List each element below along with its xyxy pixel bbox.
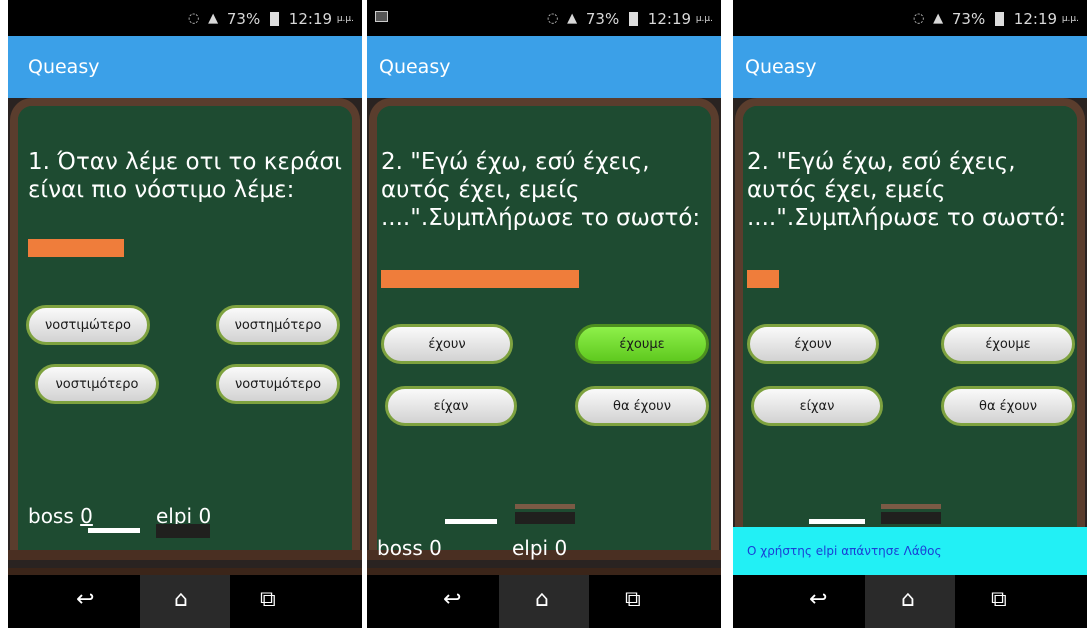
player-name-boss: boss — [377, 536, 423, 560]
player-name-elpi: elpi — [512, 536, 549, 560]
clock-ampm: μ.μ. — [1061, 13, 1079, 24]
navigation-bar: ↩ ⌂ ⧉ — [367, 575, 721, 628]
home-icon[interactable]: ⌂ — [535, 587, 549, 612]
navigation-bar: ↩ ⌂ ⧉ — [733, 575, 1087, 628]
answer-blank — [747, 270, 779, 288]
score-boss: boss 0 — [377, 536, 442, 560]
progress-bar-elpi — [881, 512, 941, 524]
app-title: Queasy — [28, 56, 100, 78]
app-title: Queasy — [379, 56, 451, 78]
clock: 12:19 — [647, 9, 692, 28]
chalkboard: 2. "Εγώ έχω, εσύ έχεις, αυτός έχει, εμεί… — [735, 98, 1085, 558]
wifi-signal-icon: ▲ — [567, 11, 578, 26]
back-icon[interactable]: ↩ — [809, 587, 827, 612]
score-elpi: elpi 0 — [512, 536, 567, 560]
alarm-icon: ◌ — [546, 11, 559, 26]
progress-bar-boss — [445, 519, 497, 524]
wifi-signal-icon: ▲ — [208, 11, 219, 26]
answer-button-4[interactable]: νοστυμότερο — [216, 364, 340, 404]
chalk-ledge — [8, 550, 362, 560]
answer-button-3[interactable]: νοστιμότερο — [35, 364, 159, 404]
screen-2: ◌ ▲ 73% 12:19 μ.μ. Queasy 2. "Εγώ έχω, ε… — [367, 0, 721, 628]
question-text: 2. "Εγώ έχω, εσύ έχεις, αυτός έχει, εμεί… — [381, 149, 701, 231]
question-text: 1. Όταν λέμε οτι το κεράσι είναι πιο νόσ… — [28, 149, 342, 203]
progress-bar-elpi — [515, 512, 575, 524]
clock-ampm: μ.μ. — [695, 13, 713, 24]
player-name-boss: boss — [28, 504, 74, 528]
answer-button-3[interactable]: είχαν — [751, 386, 883, 426]
progress-bar-elpi-marker — [515, 504, 575, 509]
navigation-bar: ↩ ⌂ ⧉ — [8, 575, 362, 628]
toast-message: Ο χρήστης elpi απάντησε Λάθος — [747, 544, 942, 558]
clock: 12:19 — [288, 9, 333, 28]
recents-icon[interactable]: ⧉ — [991, 587, 1007, 612]
status-bar: ◌ ▲ 73% 12:19 μ.μ. — [8, 0, 362, 36]
action-bar: Queasy — [367, 36, 721, 98]
answer-button-1[interactable]: έχουν — [381, 324, 513, 364]
answer-button-2[interactable]: έχουμε — [575, 324, 709, 364]
clock: 12:19 — [1013, 9, 1058, 28]
battery-icon — [270, 11, 280, 26]
answer-button-4[interactable]: θα έχουν — [575, 386, 709, 426]
score-value-boss: 0 — [80, 504, 93, 528]
answer-blank — [381, 270, 579, 288]
answer-blank — [28, 239, 124, 257]
game-area: 2. "Εγώ έχω, εσύ έχεις, αυτός έχει, εμεί… — [733, 98, 1087, 578]
battery-icon — [629, 11, 639, 26]
progress-bar-boss — [809, 519, 865, 524]
answer-button-1[interactable]: νοστιμώτερο — [26, 305, 150, 345]
wifi-signal-icon: ▲ — [933, 11, 944, 26]
status-bar: ◌ ▲ 73% 12:19 μ.μ. — [733, 0, 1087, 36]
action-bar: Queasy — [8, 36, 362, 98]
score-value-elpi: 0 — [554, 536, 568, 560]
answer-button-2[interactable]: νοστημότερο — [216, 305, 340, 345]
answer-button-2[interactable]: έχουμε — [941, 324, 1075, 364]
alarm-icon: ◌ — [912, 11, 925, 26]
progress-bar-boss — [88, 528, 140, 533]
answer-button-4[interactable]: θα έχουν — [941, 386, 1075, 426]
back-icon[interactable]: ↩ — [76, 587, 94, 612]
recents-icon[interactable]: ⧉ — [260, 587, 276, 612]
answer-button-3[interactable]: είχαν — [385, 386, 517, 426]
battery-icon — [995, 11, 1005, 26]
progress-bar-elpi-marker — [881, 504, 941, 509]
battery-percent: 73% — [226, 9, 261, 28]
back-icon[interactable]: ↩ — [443, 587, 461, 612]
game-area: 1. Όταν λέμε οτι το κεράσι είναι πιο νόσ… — [8, 98, 362, 578]
image-notification-icon — [375, 11, 388, 22]
score-boss: boss 0 — [28, 504, 93, 528]
clock-ampm: μ.μ. — [336, 13, 354, 24]
home-icon[interactable]: ⌂ — [901, 587, 915, 612]
answer-toast: Ο χρήστης elpi απάντησε Λάθος — [733, 527, 1087, 577]
battery-percent: 73% — [951, 9, 986, 28]
home-icon[interactable]: ⌂ — [174, 587, 188, 612]
recents-icon[interactable]: ⧉ — [625, 587, 641, 612]
app-title: Queasy — [745, 56, 817, 78]
question-text: 2. "Εγώ έχω, εσύ έχεις, αυτός έχει, εμεί… — [747, 149, 1067, 231]
chalkboard: 2. "Εγώ έχω, εσύ έχεις, αυτός έχει, εμεί… — [369, 98, 719, 558]
screen-1: ◌ ▲ 73% 12:19 μ.μ. Queasy 1. Όταν λέμε ο… — [8, 0, 362, 628]
screen-3: ◌ ▲ 73% 12:19 μ.μ. Queasy 2. "Εγώ έχω, ε… — [733, 0, 1087, 628]
status-bar: ◌ ▲ 73% 12:19 μ.μ. — [367, 0, 721, 36]
chalkboard: 1. Όταν λέμε οτι το κεράσι είναι πιο νόσ… — [10, 98, 360, 558]
battery-percent: 73% — [585, 9, 620, 28]
score-value-boss: 0 — [429, 536, 442, 560]
action-bar: Queasy — [733, 36, 1087, 98]
alarm-icon: ◌ — [187, 11, 200, 26]
game-area: 2. "Εγώ έχω, εσύ έχεις, αυτός έχει, εμεί… — [367, 98, 721, 578]
progress-bar-elpi — [156, 524, 210, 538]
answer-button-1[interactable]: έχουν — [747, 324, 879, 364]
